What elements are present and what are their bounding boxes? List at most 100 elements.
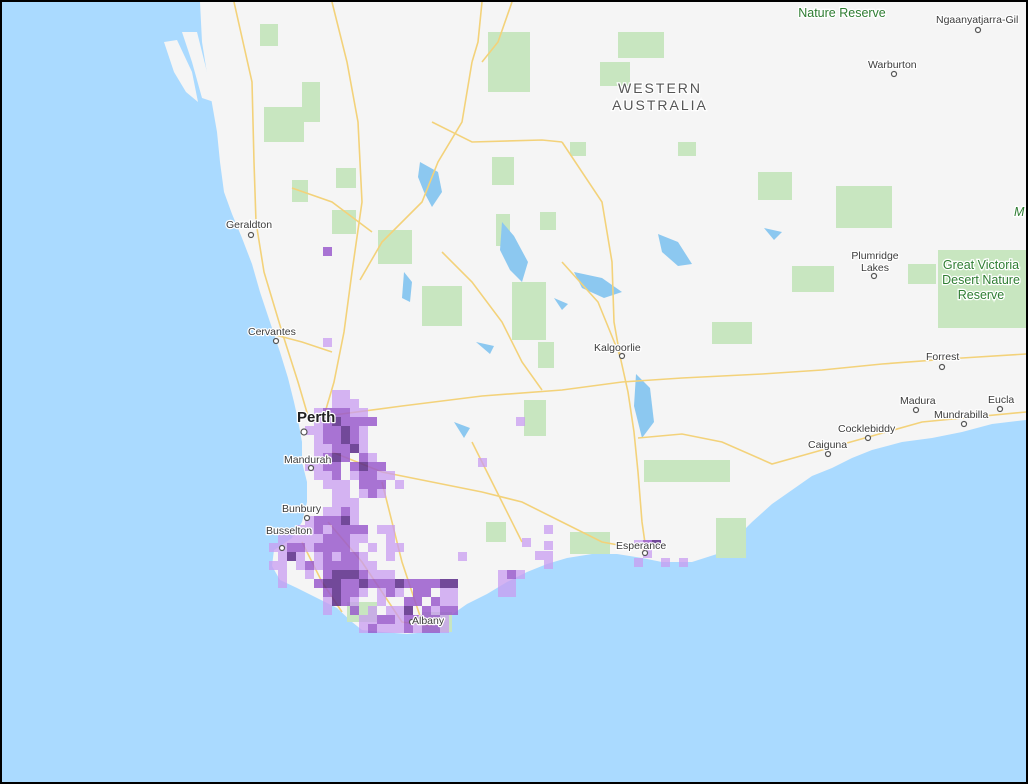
occurrence-cell[interactable] xyxy=(332,435,341,444)
occurrence-cell[interactable] xyxy=(314,561,323,570)
occurrence-cell[interactable] xyxy=(359,453,368,462)
occurrence-cell[interactable] xyxy=(350,507,359,516)
occurrence-cell[interactable] xyxy=(368,543,377,552)
occurrence-cell[interactable] xyxy=(404,579,413,588)
occurrence-cell[interactable] xyxy=(323,588,332,597)
occurrence-cell[interactable] xyxy=(314,543,323,552)
occurrence-cell[interactable] xyxy=(332,507,341,516)
occurrence-cell[interactable] xyxy=(386,615,395,624)
occurrence-cell[interactable] xyxy=(377,579,386,588)
occurrence-cell[interactable] xyxy=(323,570,332,579)
occurrence-cell[interactable] xyxy=(332,489,341,498)
occurrence-cell[interactable] xyxy=(332,552,341,561)
occurrence-cell[interactable] xyxy=(386,543,395,552)
occurrence-cell[interactable] xyxy=(332,579,341,588)
occurrence-cell[interactable] xyxy=(377,588,386,597)
marker-madura[interactable] xyxy=(912,406,920,414)
marker-geraldton[interactable] xyxy=(247,231,255,239)
occurrence-cell[interactable] xyxy=(377,597,386,606)
occurrence-cell[interactable] xyxy=(350,543,359,552)
occurrence-cell[interactable] xyxy=(440,606,449,615)
occurrence-cell[interactable] xyxy=(359,579,368,588)
occurrence-cell[interactable] xyxy=(368,606,377,615)
occurrence-cell[interactable] xyxy=(386,525,395,534)
occurrence-cell[interactable] xyxy=(350,435,359,444)
occurrence-cell[interactable] xyxy=(679,558,688,567)
occurrence-cell[interactable] xyxy=(350,408,359,417)
occurrence-cell[interactable] xyxy=(332,570,341,579)
occurrence-cell[interactable] xyxy=(422,579,431,588)
marker-busselton[interactable] xyxy=(278,544,286,552)
occurrence-cell[interactable] xyxy=(332,588,341,597)
occurrence-cell[interactable] xyxy=(287,543,296,552)
occurrence-cell[interactable] xyxy=(368,570,377,579)
occurrence-cell[interactable] xyxy=(368,480,377,489)
occurrence-cell[interactable] xyxy=(368,453,377,462)
occurrence-cell[interactable] xyxy=(516,570,525,579)
occurrence-cell[interactable] xyxy=(377,462,386,471)
occurrence-cell[interactable] xyxy=(332,480,341,489)
occurrence-cell[interactable] xyxy=(341,534,350,543)
occurrence-cell[interactable] xyxy=(332,534,341,543)
occurrence-cell[interactable] xyxy=(350,426,359,435)
occurrence-cell[interactable] xyxy=(305,561,314,570)
occurrence-cell[interactable] xyxy=(341,435,350,444)
occurrence-cell[interactable] xyxy=(368,579,377,588)
occurrence-cell[interactable] xyxy=(323,525,332,534)
occurrence-cell[interactable] xyxy=(544,541,553,550)
occurrence-cell[interactable] xyxy=(341,498,350,507)
occurrence-cell[interactable] xyxy=(498,588,507,597)
occurrence-cell[interactable] xyxy=(296,543,305,552)
occurrence-cell[interactable] xyxy=(359,552,368,561)
marker-eucla[interactable] xyxy=(996,405,1004,413)
occurrence-cell[interactable] xyxy=(634,558,643,567)
occurrence-cell[interactable] xyxy=(332,453,341,462)
occurrence-cell[interactable] xyxy=(368,615,377,624)
occurrence-cell[interactable] xyxy=(278,552,287,561)
occurrence-cell[interactable] xyxy=(341,444,350,453)
occurrence-cell[interactable] xyxy=(535,551,544,560)
occurrence-cell[interactable] xyxy=(431,579,440,588)
occurrence-cell[interactable] xyxy=(507,570,516,579)
occurrence-cell[interactable] xyxy=(350,498,359,507)
occurrence-cell[interactable] xyxy=(498,579,507,588)
occurrence-cell[interactable] xyxy=(332,525,341,534)
occurrence-cell[interactable] xyxy=(386,534,395,543)
occurrence-cell[interactable] xyxy=(323,426,332,435)
occurrence-cell[interactable] xyxy=(296,561,305,570)
occurrence-cell[interactable] xyxy=(377,480,386,489)
occurrence-cell[interactable] xyxy=(661,558,670,567)
occurrence-cell[interactable] xyxy=(368,624,377,633)
occurrence-cell[interactable] xyxy=(431,597,440,606)
occurrence-cell[interactable] xyxy=(341,408,350,417)
occurrence-cell[interactable] xyxy=(332,561,341,570)
occurrence-cell[interactable] xyxy=(386,579,395,588)
occurrence-cell[interactable] xyxy=(359,462,368,471)
occurrence-cell[interactable] xyxy=(395,624,404,633)
occurrence-cell[interactable] xyxy=(287,552,296,561)
occurrence-cell[interactable] xyxy=(278,561,287,570)
occurrence-cell[interactable] xyxy=(359,534,368,543)
occurrence-cell[interactable] xyxy=(440,579,449,588)
occurrence-cell[interactable] xyxy=(377,615,386,624)
occurrence-cell[interactable] xyxy=(314,552,323,561)
occurrence-cell[interactable] xyxy=(359,615,368,624)
marker-forrest[interactable] xyxy=(938,363,946,371)
occurrence-cell[interactable] xyxy=(341,588,350,597)
occurrence-cell[interactable] xyxy=(341,597,350,606)
occurrence-cell[interactable] xyxy=(341,516,350,525)
occurrence-cell[interactable] xyxy=(323,444,332,453)
occurrence-cell[interactable] xyxy=(350,588,359,597)
occurrence-cell[interactable] xyxy=(323,507,332,516)
marker-mandurah[interactable] xyxy=(307,464,315,472)
occurrence-cell[interactable] xyxy=(350,399,359,408)
occurrence-cell[interactable] xyxy=(314,444,323,453)
occurrence-cell[interactable] xyxy=(359,525,368,534)
occurrence-cell[interactable] xyxy=(269,543,278,552)
occurrence-cell[interactable] xyxy=(359,408,368,417)
occurrence-cell[interactable] xyxy=(359,624,368,633)
occurrence-cell[interactable] xyxy=(422,606,431,615)
occurrence-cell[interactable] xyxy=(413,588,422,597)
marker-bunbury[interactable] xyxy=(303,514,311,522)
occurrence-cell[interactable] xyxy=(359,588,368,597)
